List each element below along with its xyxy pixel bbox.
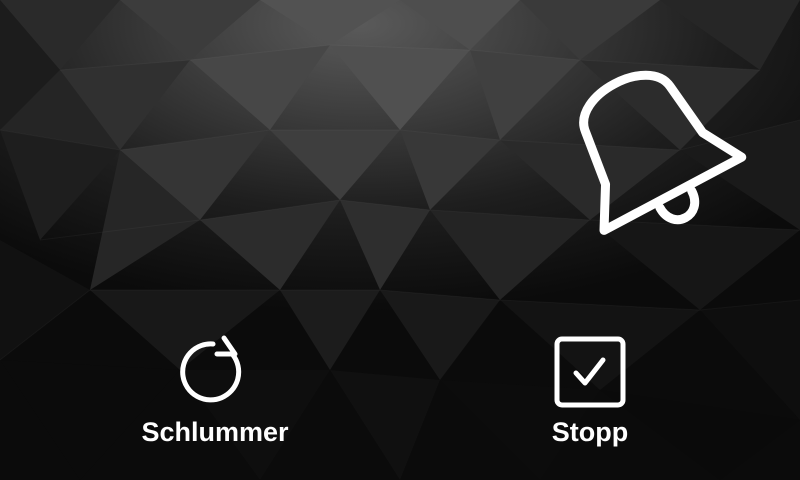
snooze-circular-arrow-icon [180,335,242,403]
stop-label: Stopp [551,417,629,447]
bell-icon [579,70,747,235]
snooze-button[interactable]: Schlummer [120,332,310,448]
stop-button[interactable]: Stopp [500,332,680,448]
alarm-screen: Schlummer Stopp [0,0,800,480]
checkbox-checked-icon [554,336,626,408]
snooze-label: Schlummer [141,417,289,447]
